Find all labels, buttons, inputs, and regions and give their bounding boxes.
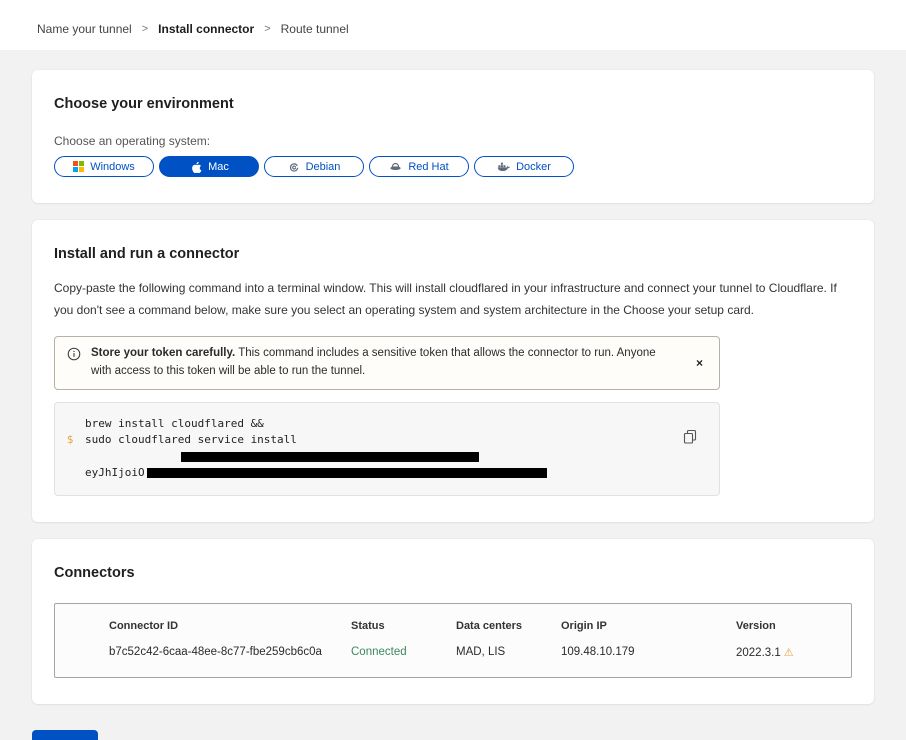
token-warning-bold: Store your token carefully. — [91, 347, 235, 359]
debian-icon — [288, 161, 300, 173]
copy-command-button[interactable] — [683, 429, 697, 444]
os-button-label: Docker — [516, 161, 551, 173]
column-header-origin-ip: Origin IP — [561, 620, 736, 632]
connectors-card-title: Connectors — [54, 565, 852, 581]
cell-data-centers: MAD, LIS — [456, 646, 561, 659]
windows-icon — [73, 161, 84, 172]
os-select-label: Choose an operating system: — [54, 134, 852, 148]
apple-icon — [189, 160, 202, 173]
column-header-status: Status — [351, 620, 456, 632]
page-content: Choose your environment Choose an operat… — [0, 50, 906, 704]
os-button-windows[interactable]: Windows — [54, 156, 154, 177]
table-row: b7c52c42-6caa-48ee-8c77-fbe259cb6c0a Con… — [55, 638, 851, 677]
shell-prompt: $ — [55, 416, 85, 482]
column-header-connector-id: Connector ID — [109, 620, 351, 632]
install-command-text: brew install cloudflared && sudo cloudfl… — [85, 416, 679, 482]
docker-icon — [497, 160, 510, 173]
breadcrumb-step-install-connector[interactable]: Install connector — [158, 22, 254, 36]
command-line-3: eyJhIjoiO — [85, 465, 679, 482]
install-card: Install and run a connector Copy-paste t… — [32, 220, 874, 522]
redacted-token-bar — [147, 468, 547, 478]
breadcrumb-separator: > — [142, 23, 148, 35]
info-circle-icon — [67, 347, 81, 368]
os-button-label: Red Hat — [408, 161, 448, 173]
command-line-1: brew install cloudflared && — [85, 416, 679, 433]
os-button-label: Windows — [90, 161, 135, 173]
redhat-icon — [389, 160, 402, 173]
breadcrumb: Name your tunnel > Install connector > R… — [37, 22, 869, 36]
os-button-redhat[interactable]: Red Hat — [369, 156, 469, 177]
token-warning-banner: Store your token carefully. This command… — [54, 336, 720, 390]
breadcrumb-step-name-tunnel[interactable]: Name your tunnel — [37, 22, 132, 36]
install-card-title: Install and run a connector — [54, 246, 852, 262]
install-command-code-block: $ brew install cloudflared && sudo cloud… — [54, 402, 720, 496]
breadcrumb-separator: > — [264, 23, 270, 35]
command-line-2: sudo cloudflared service install — [85, 432, 679, 465]
cell-status: Connected — [351, 646, 456, 659]
os-button-label: Debian — [306, 161, 341, 173]
top-bar: Name your tunnel > Install connector > R… — [0, 0, 906, 50]
environment-card: Choose your environment Choose an operat… — [32, 70, 874, 203]
os-button-group: Windows Mac Debian — [54, 156, 852, 177]
version-warning-icon: ⚠ — [784, 647, 794, 659]
os-button-docker[interactable]: Docker — [474, 156, 574, 177]
column-header-version: Version — [736, 620, 851, 632]
cell-version: 2022.3.1⚠ — [736, 646, 851, 659]
cell-connector-id: b7c52c42-6caa-48ee-8c77-fbe259cb6c0a — [109, 646, 351, 659]
os-button-debian[interactable]: Debian — [264, 156, 364, 177]
column-header-data-centers: Data centers — [456, 620, 561, 632]
token-warning-text: Store your token carefully. This command… — [91, 345, 661, 381]
table-header-row: Connector ID Status Data centers Origin … — [55, 604, 851, 638]
redacted-token-bar — [181, 452, 479, 462]
connectors-table: Connector ID Status Data centers Origin … — [54, 603, 852, 678]
os-button-label: Mac — [208, 161, 229, 173]
os-button-mac[interactable]: Mac — [159, 156, 259, 177]
install-description: Copy-paste the following command into a … — [54, 278, 852, 321]
breadcrumb-step-route-tunnel[interactable]: Route tunnel — [281, 22, 349, 36]
close-icon[interactable]: × — [692, 352, 707, 375]
next-button[interactable]: Next — [32, 730, 98, 740]
footer: Next — [0, 721, 906, 740]
cell-origin-ip: 109.48.10.179 — [561, 646, 736, 659]
environment-card-title: Choose your environment — [54, 96, 852, 112]
connectors-card: Connectors Connector ID Status Data cent… — [32, 539, 874, 704]
